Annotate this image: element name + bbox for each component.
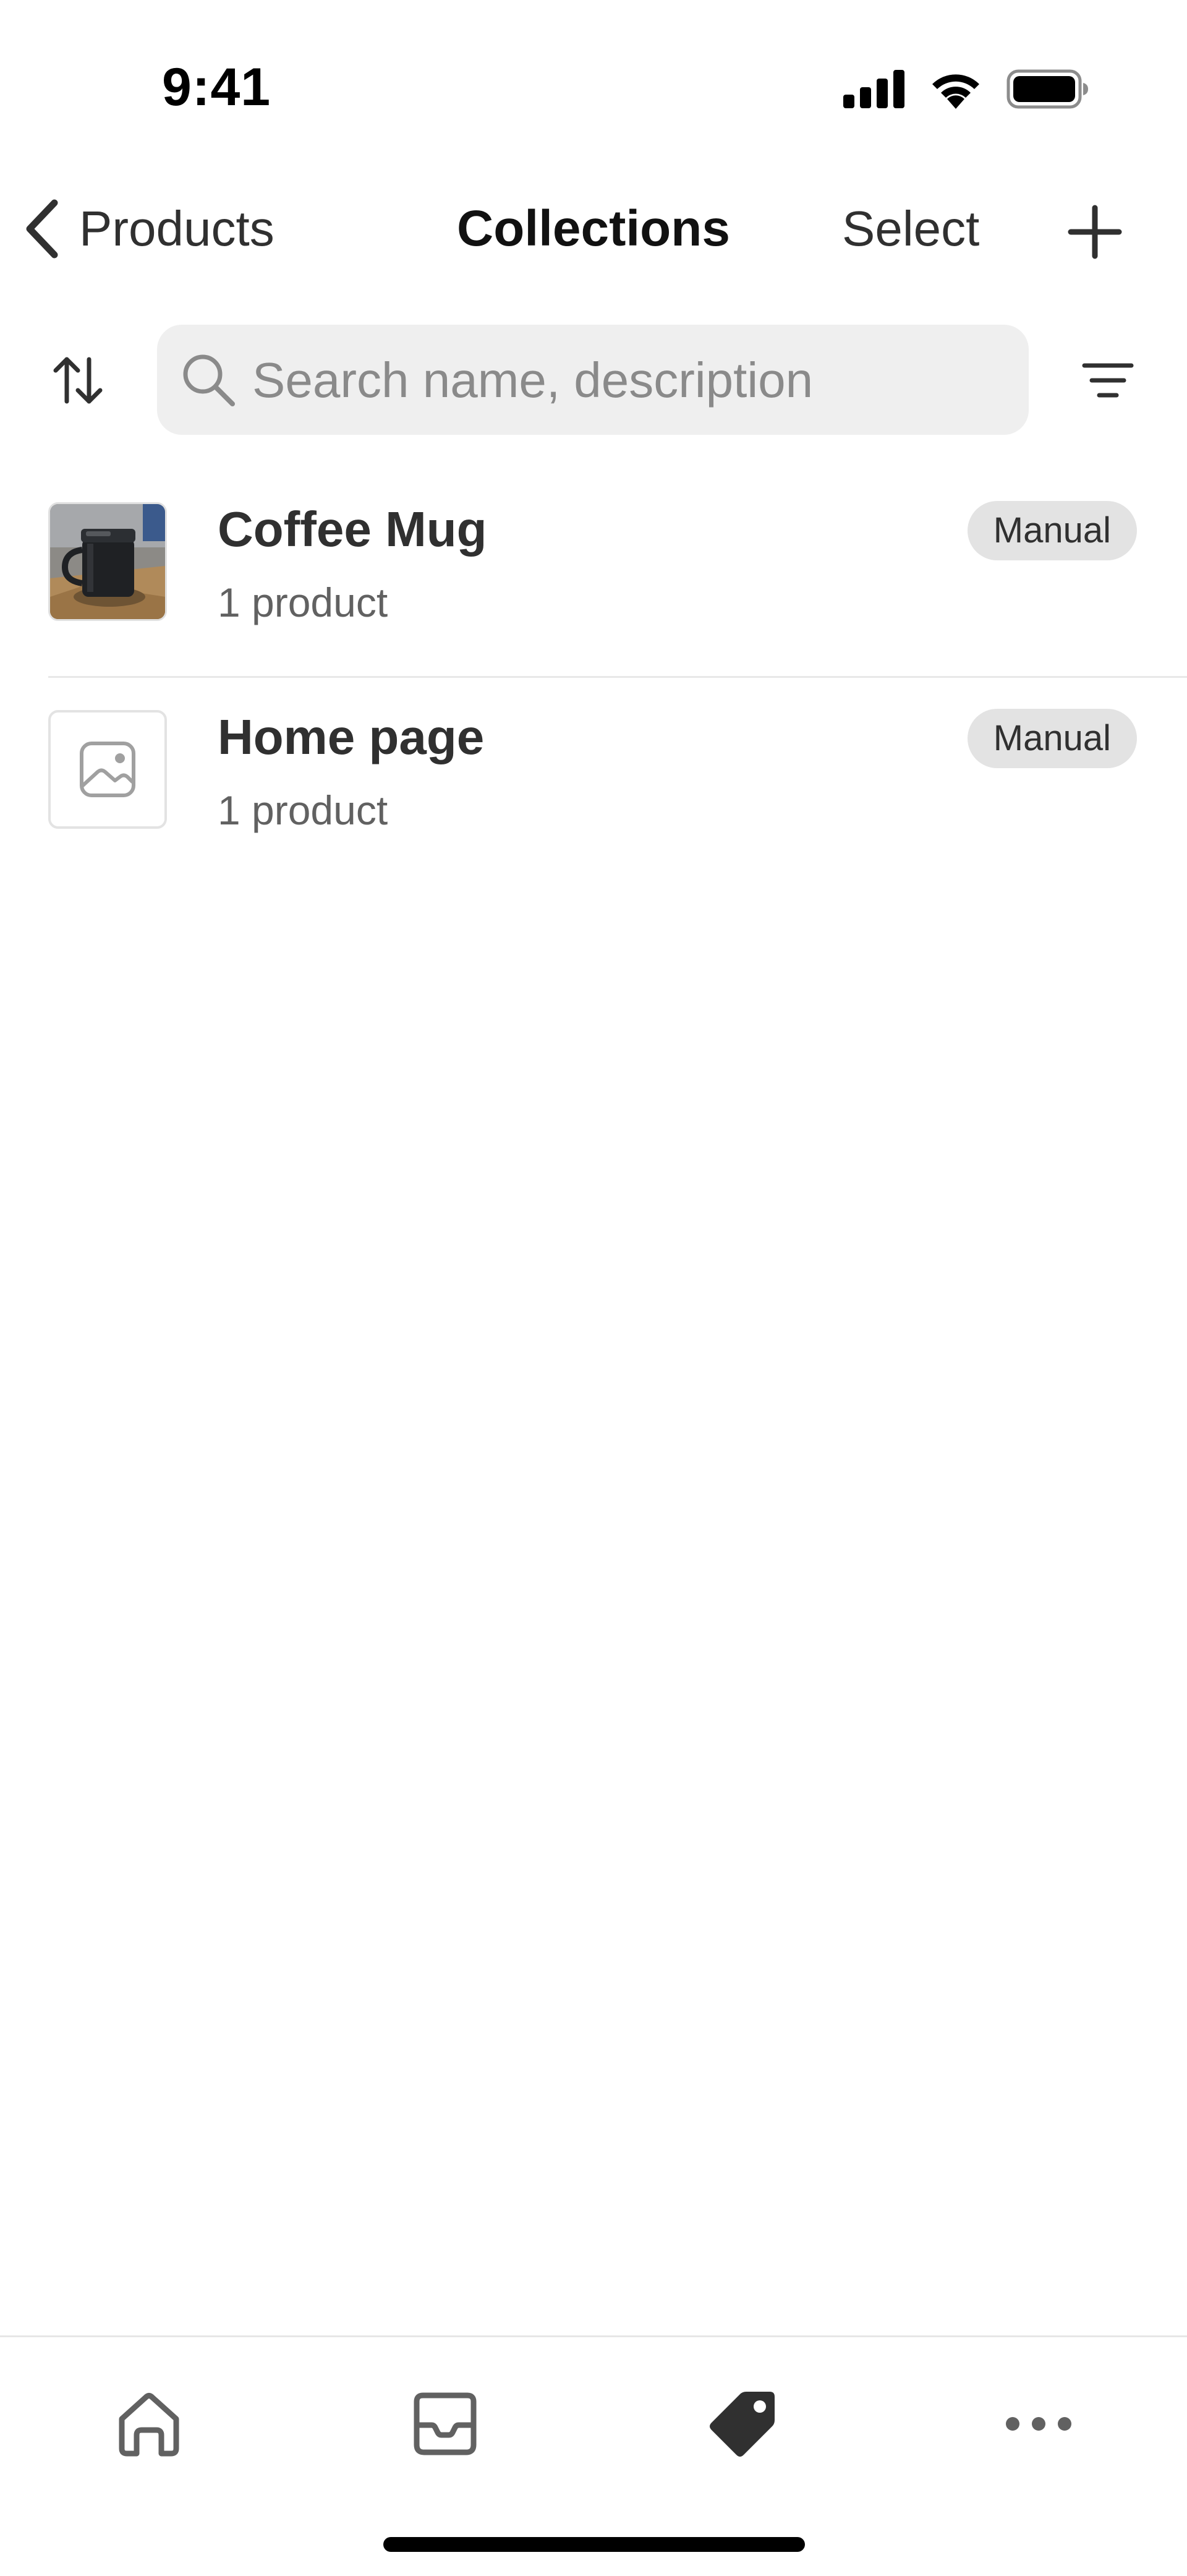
home-page-thumbnail <box>48 710 167 829</box>
search-box[interactable] <box>157 325 1029 436</box>
navigation-bar: Products Collections Select <box>0 186 1187 272</box>
chevron-left-icon <box>26 199 58 259</box>
search-icon <box>183 354 235 406</box>
collection-title: Home page <box>218 709 485 764</box>
search-input[interactable] <box>251 325 1014 436</box>
filter-lines-icon <box>1082 363 1134 398</box>
sort-arrows-icon <box>53 357 103 404</box>
tab-home[interactable] <box>106 2381 192 2467</box>
back-button[interactable]: Products <box>23 198 274 260</box>
coffee-mug-photo <box>50 504 165 619</box>
status-time: 9:41 <box>162 58 271 117</box>
collection-product-count: 1 product <box>218 580 388 625</box>
select-button[interactable]: Select <box>842 198 979 260</box>
home-icon <box>119 2393 179 2457</box>
search-row <box>0 325 1187 436</box>
more-horizontal-icon <box>1006 2417 1071 2431</box>
filter-button[interactable] <box>1078 351 1138 410</box>
add-collection-button[interactable] <box>1067 204 1123 260</box>
plus-icon <box>1068 205 1122 259</box>
collection-item-home-page[interactable]: Home page 1 product Manual <box>0 678 1187 886</box>
sort-button[interactable] <box>48 351 108 410</box>
cellular-signal-icon <box>843 70 904 108</box>
collection-type-badge: Manual <box>967 501 1137 560</box>
collection-title: Coffee Mug <box>218 502 487 557</box>
wifi-icon <box>932 74 979 109</box>
status-icons <box>843 67 1088 111</box>
tab-more[interactable] <box>995 2381 1082 2467</box>
status-bar: 9:41 <box>0 0 1187 173</box>
battery-icon <box>1006 69 1088 109</box>
tag-icon <box>710 2392 775 2457</box>
image-placeholder-icon <box>80 742 135 797</box>
inbox-icon <box>414 2392 477 2455</box>
collection-product-count: 1 product <box>218 787 388 833</box>
coffee-mug-thumbnail <box>48 502 167 621</box>
collection-list: Coffee Mug 1 product Manual Home page 1 … <box>0 470 1187 886</box>
back-button-label: Products <box>79 201 274 256</box>
collection-item-coffee-mug[interactable]: Coffee Mug 1 product Manual <box>0 470 1187 678</box>
tab-orders[interactable] <box>402 2381 488 2467</box>
home-indicator <box>383 2537 805 2552</box>
collection-type-badge: Manual <box>967 709 1137 768</box>
tab-products[interactable] <box>699 2381 786 2467</box>
